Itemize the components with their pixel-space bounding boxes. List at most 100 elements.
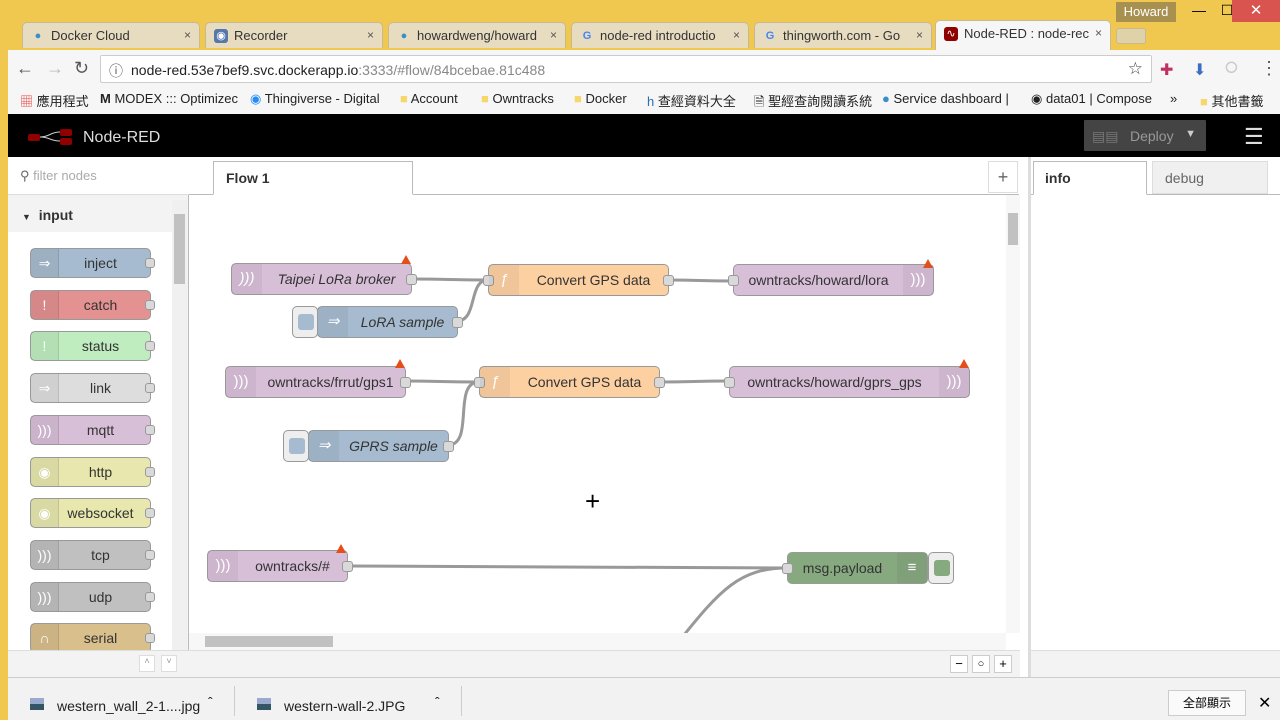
- mqtt-in-node[interactable]: ))) owntracks/frrut/gps1: [225, 366, 411, 398]
- close-tab-icon[interactable]: ×: [1095, 26, 1102, 40]
- link-icon: ⇒: [31, 374, 59, 403]
- debug-toggle-button[interactable]: [928, 552, 954, 584]
- mqtt-out-node[interactable]: owntracks/howard/lora))): [728, 264, 934, 296]
- bookmark-apps[interactable]: ▦ 應用程式: [20, 91, 89, 110]
- extension-icon[interactable]: ✚: [1160, 60, 1173, 80]
- inject-button[interactable]: [283, 430, 309, 462]
- palette-node-serial[interactable]: ∩ serial: [30, 623, 155, 650]
- scroll-thumb[interactable]: [1008, 213, 1018, 245]
- browser-tab[interactable]: Gnode-red introductio ×: [571, 22, 749, 48]
- chevron-up-icon[interactable]: ˆ: [208, 694, 213, 710]
- mqtt-in-node[interactable]: ))) Taipei LoRa broker: [231, 263, 417, 295]
- function-node[interactable]: ƒ Convert GPS data: [474, 366, 665, 398]
- canvas-vertical-scrollbar[interactable]: [1006, 195, 1020, 633]
- download-item[interactable]: western_wall_2-1....jpg ˆ: [20, 686, 235, 716]
- profile-badge[interactable]: Howard: [1116, 2, 1176, 22]
- close-window-button[interactable]: ✕: [1232, 0, 1280, 22]
- browser-tab[interactable]: Gthingworth.com - Go ×: [754, 22, 932, 48]
- tab-debug[interactable]: debug: [1152, 161, 1268, 194]
- palette-node-label: status: [81, 338, 120, 355]
- palette-node-link[interactable]: ⇒ link: [30, 373, 155, 404]
- flow-canvas[interactable]: ))) Taipei LoRa broker ⇒ LoRA sample ƒ Conv…: [189, 195, 1006, 633]
- browser-tab[interactable]: ◉ Recorder ×: [205, 22, 383, 48]
- expand-all-button[interactable]: ˅: [161, 655, 177, 672]
- status-icon: !: [31, 332, 59, 361]
- close-tab-icon[interactable]: ×: [184, 28, 191, 42]
- palette-filter-input[interactable]: ⚲ filter nodes: [8, 157, 189, 195]
- reload-button[interactable]: ↻: [74, 58, 89, 79]
- palette-category-input[interactable]: ▼ input: [8, 200, 172, 230]
- bookmark-folder[interactable]: ■ Account: [400, 91, 458, 106]
- close-tab-icon[interactable]: ×: [733, 28, 740, 42]
- palette-node-label: inject: [84, 255, 117, 271]
- debug-node[interactable]: msg.payload ≡: [782, 552, 928, 584]
- palette-node-inject[interactable]: ⇒ inject: [30, 248, 155, 278]
- inject-node[interactable]: ⇒ GPRS sample: [308, 430, 454, 462]
- extension-circle-icon[interactable]: ⭘: [1225, 60, 1238, 78]
- more-bookmarks-button[interactable]: »: [1170, 91, 1177, 106]
- palette-scrollbar[interactable]: [172, 200, 187, 650]
- download-extension-icon[interactable]: ⬇: [1193, 60, 1206, 80]
- chevron-down-icon[interactable]: ▼: [1185, 128, 1196, 140]
- scroll-thumb[interactable]: [205, 636, 333, 647]
- forward-button[interactable]: →: [46, 58, 64, 79]
- tab-flow-1[interactable]: Flow 1: [213, 161, 413, 195]
- bookmark[interactable]: ● Service dashboard |: [882, 91, 1009, 106]
- zoom-reset-button[interactable]: ○: [972, 655, 990, 673]
- palette-node-mqtt[interactable]: ))) mqtt: [30, 414, 155, 445]
- warning-icon: [923, 259, 933, 268]
- palette-node-udp[interactable]: ))) udp: [30, 581, 155, 612]
- bookmark[interactable]: 🗎 聖經查詢閱讀系統: [754, 91, 872, 115]
- close-tab-icon[interactable]: ×: [550, 28, 557, 42]
- bookmark[interactable]: M MODEX ::: Optimizec: [100, 91, 238, 106]
- warning-icon: [395, 359, 405, 368]
- collapse-all-button[interactable]: ˄: [139, 655, 155, 672]
- browser-tab[interactable]: ● howardweng/howard ×: [388, 22, 566, 48]
- close-tab-icon[interactable]: ×: [916, 28, 923, 42]
- bookmark[interactable]: ◉ Thingiverse - Digital: [250, 91, 380, 107]
- mqtt-icon: ))): [208, 551, 238, 581]
- bookmark-folder[interactable]: ■ 其他書籤: [1200, 91, 1264, 110]
- inject-node[interactable]: ⇒ LoRA sample: [317, 306, 463, 338]
- bookmark[interactable]: h 查經資料大全: [647, 91, 736, 110]
- mqtt-in-node[interactable]: ))) owntracks/#: [207, 550, 353, 582]
- palette-node-catch[interactable]: ! catch: [30, 289, 155, 320]
- port: [145, 591, 155, 602]
- inject-button[interactable]: [292, 306, 318, 338]
- show-all-downloads-button[interactable]: 全部顯示: [1168, 690, 1246, 716]
- new-tab-button[interactable]: [1116, 28, 1146, 44]
- main-menu-button[interactable]: ☰: [1244, 124, 1264, 150]
- add-flow-button[interactable]: +: [988, 161, 1018, 193]
- minimize-button[interactable]: —: [1186, 2, 1212, 22]
- mqtt-icon: ))): [939, 367, 969, 397]
- close-downloads-icon[interactable]: ✕: [1258, 693, 1271, 713]
- palette-node-tcp[interactable]: ))) tcp: [30, 539, 155, 570]
- tab-title: howardweng/howard: [417, 28, 537, 43]
- palette-node-status[interactable]: ! status: [30, 331, 155, 362]
- bookmark-folder[interactable]: ■ Docker: [574, 91, 627, 106]
- bookmark-folder[interactable]: ■ Owntracks: [481, 91, 554, 106]
- function-node[interactable]: ƒ Convert GPS data: [483, 264, 674, 296]
- mqtt-out-node[interactable]: owntracks/howard/gprs_gps))): [724, 366, 970, 398]
- close-tab-icon[interactable]: ×: [367, 28, 374, 42]
- canvas-horizontal-scrollbar[interactable]: [189, 633, 1006, 650]
- scroll-thumb[interactable]: [174, 214, 185, 284]
- bookmark[interactable]: ◉ data01 | Compose: [1031, 91, 1152, 107]
- palette-node-http[interactable]: ◉ http: [30, 456, 155, 487]
- chevron-up-icon[interactable]: ˆ: [435, 694, 440, 710]
- palette-node-websocket[interactable]: ◉ websocket: [30, 498, 155, 529]
- sidebar: [1028, 157, 1280, 677]
- menu-icon[interactable]: ⋮: [1260, 58, 1278, 79]
- download-item[interactable]: western-wall-2.JPG ˆ: [247, 686, 462, 716]
- bookmark-star-icon[interactable]: ☆: [1128, 59, 1143, 79]
- back-button[interactable]: ←: [16, 58, 34, 79]
- address-bar[interactable]: ⓘ node-red.53e7bef9.svc.dockerapp.io:333…: [100, 55, 1152, 83]
- zoom-in-button[interactable]: +: [994, 655, 1012, 673]
- zoom-out-button[interactable]: −: [950, 655, 968, 673]
- url-path: :3333/#flow/84bcebae.81c488: [358, 62, 546, 78]
- info-icon: ⓘ: [109, 63, 123, 79]
- tab-info[interactable]: info: [1033, 161, 1147, 195]
- deploy-button[interactable]: ▤▤ Deploy ▼: [1084, 120, 1206, 151]
- browser-tab-active[interactable]: ∿ Node-RED : node-rec ×: [935, 20, 1111, 50]
- browser-tab[interactable]: ● Docker Cloud ×: [22, 22, 200, 48]
